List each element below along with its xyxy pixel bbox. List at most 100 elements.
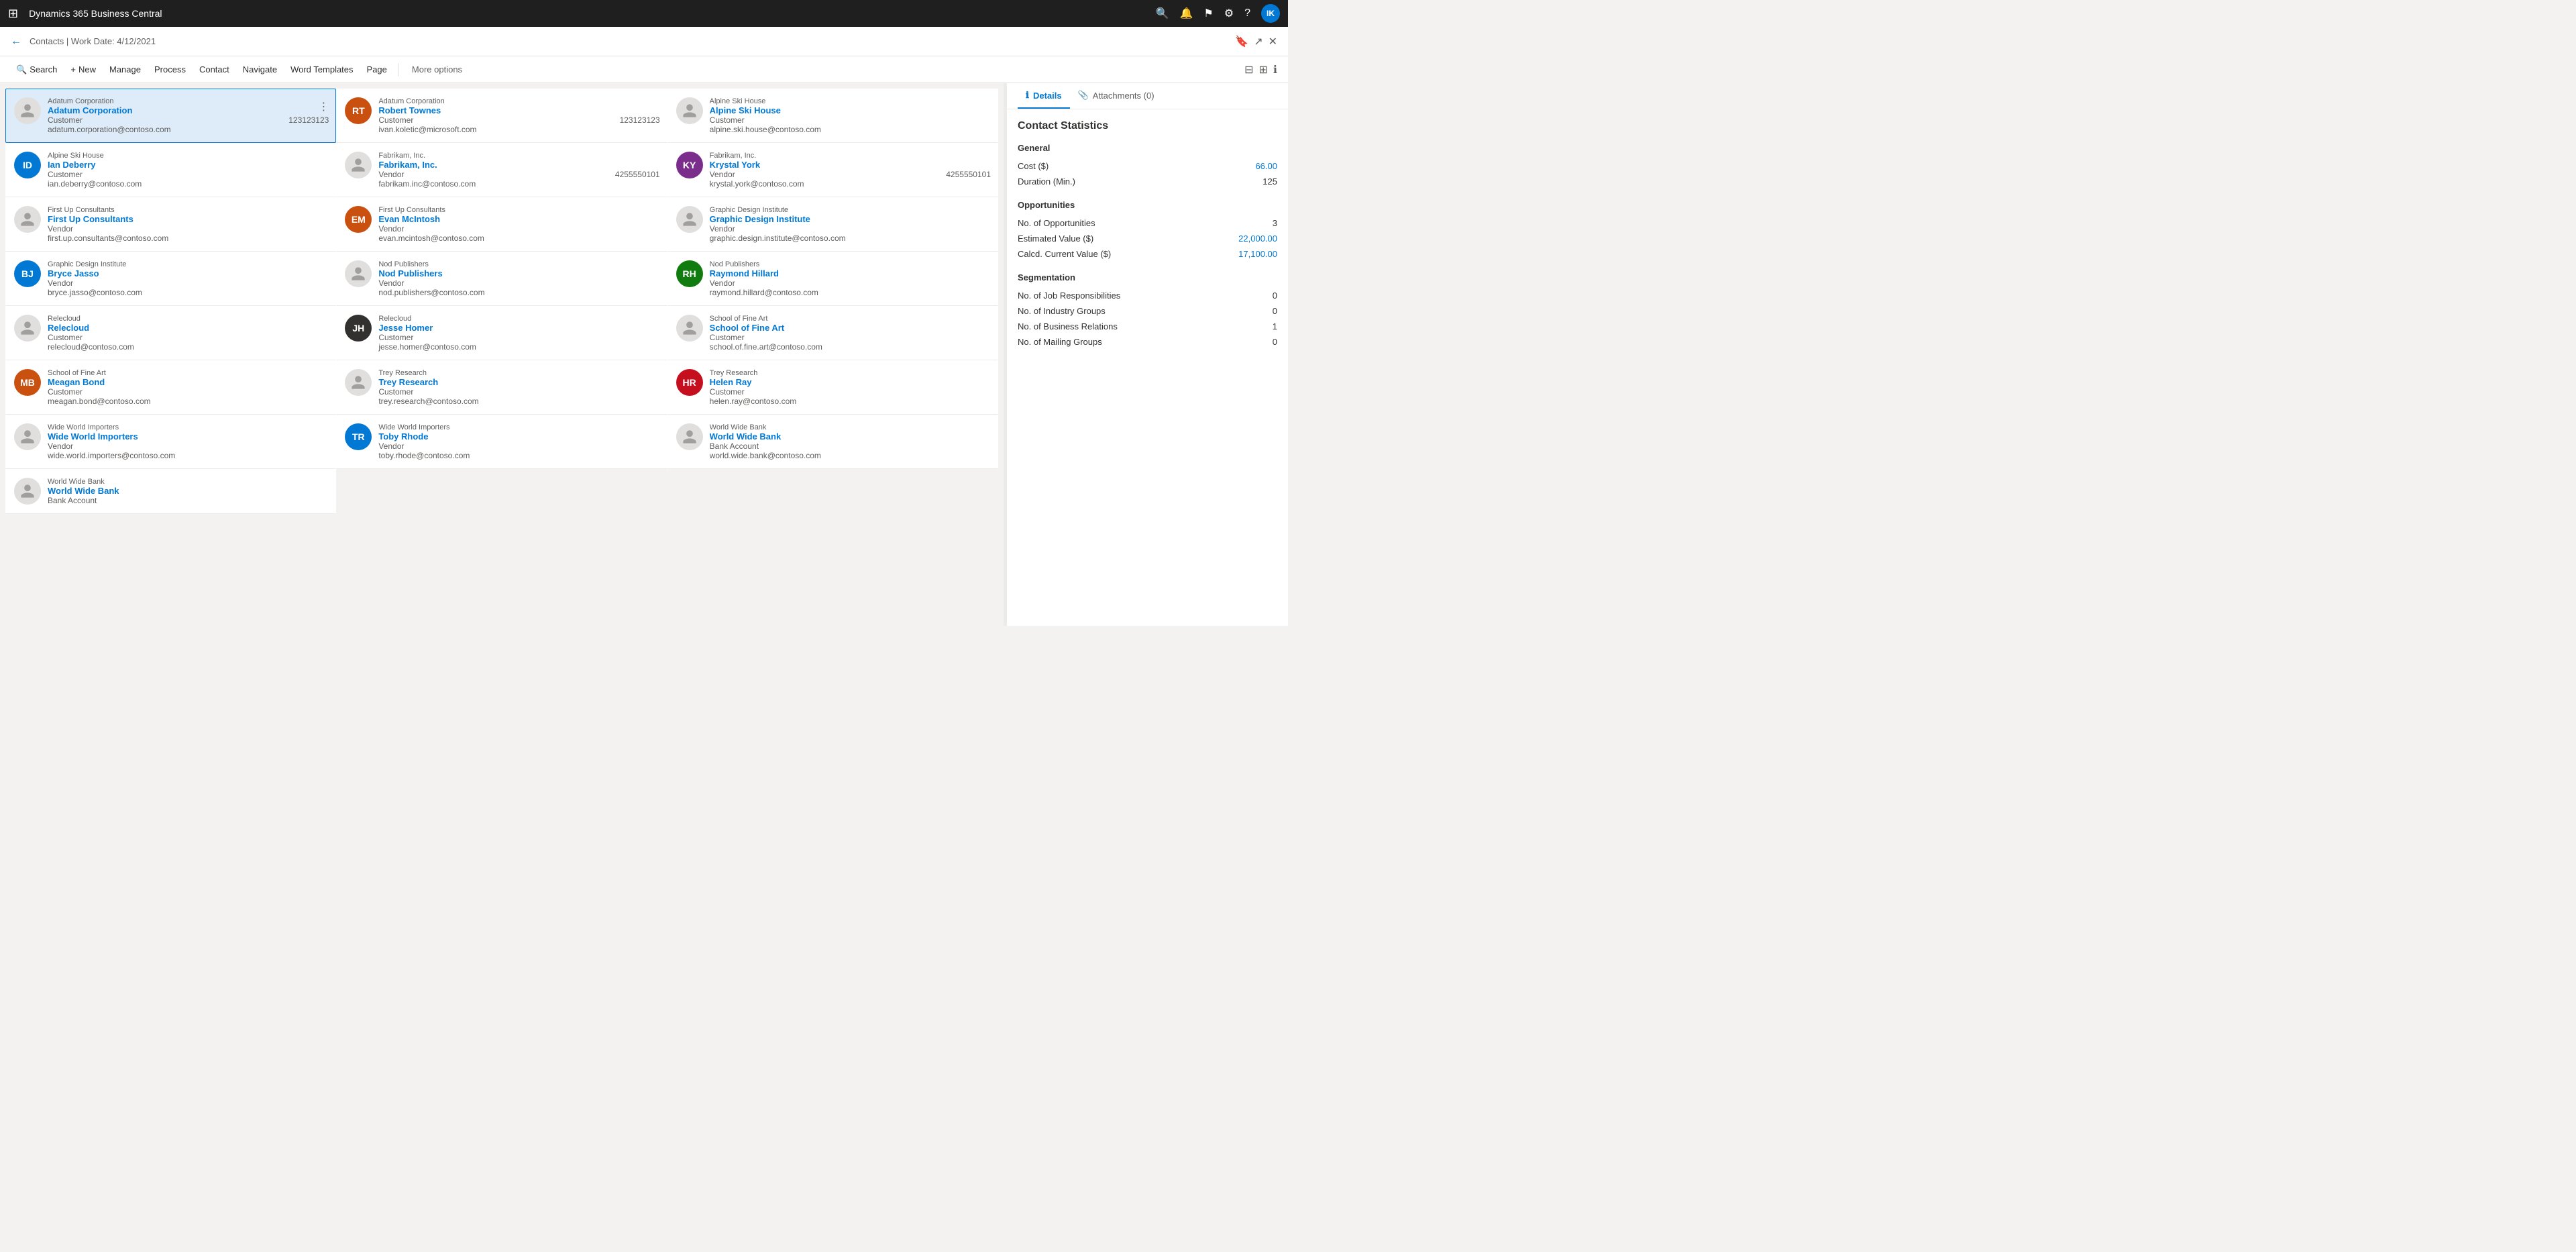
back-button[interactable]: ← <box>11 36 21 48</box>
tab-attachments[interactable]: 📎 Attachments (0) <box>1070 83 1163 109</box>
contact-info: Wide World Importers Toby Rhode Vendor t… <box>378 423 659 460</box>
tab-details[interactable]: ℹ Details <box>1018 83 1070 109</box>
help-icon[interactable]: ? <box>1244 7 1250 19</box>
flag-icon[interactable]: ⚑ <box>1203 7 1213 20</box>
contact-name[interactable]: Bryce Jasso <box>48 268 329 278</box>
contact-company: Relecloud <box>48 315 329 323</box>
contact-name[interactable]: Evan McIntosh <box>378 214 659 224</box>
contact-card[interactable]: TR Wide World Importers Toby Rhode Vendo… <box>336 415 667 469</box>
process-button[interactable]: Process <box>149 59 191 81</box>
word-templates-button[interactable]: Word Templates <box>285 59 358 81</box>
search-icon[interactable]: 🔍 <box>1156 7 1169 20</box>
grid-view-icon[interactable]: ⊞ <box>1259 63 1268 76</box>
contact-name[interactable]: World Wide Bank <box>710 431 991 441</box>
contact-row2: Vendor <box>378 441 659 451</box>
contact-email: nod.publishers@contoso.com <box>378 288 659 297</box>
contact-info: Wide World Importers Wide World Importer… <box>48 423 329 460</box>
contact-card[interactable]: World Wide Bank World Wide Bank Bank Acc… <box>5 469 336 514</box>
contact-email: graphic.design.institute@contoso.com <box>710 233 991 243</box>
search-button[interactable]: 🔍 Search <box>11 59 62 81</box>
contact-card[interactable]: HR Trey Research Helen Ray Customer hele… <box>667 360 998 415</box>
stats-value[interactable]: 66.00 <box>1255 161 1277 171</box>
more-options-button[interactable]: More options <box>407 59 468 81</box>
contact-name[interactable]: Nod Publishers <box>378 268 659 278</box>
contact-name[interactable]: Ian Deberry <box>48 160 329 170</box>
contact-card[interactable]: BJ Graphic Design Institute Bryce Jasso … <box>5 252 336 306</box>
contact-card[interactable]: KY Fabrikam, Inc. Krystal York Vendor 42… <box>667 143 998 197</box>
contact-name[interactable]: First Up Consultants <box>48 214 329 224</box>
stats-value: 3 <box>1273 218 1277 228</box>
contact-name[interactable]: Relecloud <box>48 323 329 333</box>
contact-name[interactable]: Helen Ray <box>710 377 991 387</box>
contact-type: Vendor <box>710 170 735 179</box>
contact-name[interactable]: World Wide Bank <box>48 486 329 496</box>
plus-icon: + <box>70 64 76 74</box>
bell-icon[interactable]: 🔔 <box>1179 7 1193 20</box>
contact-name[interactable]: School of Fine Art <box>710 323 991 333</box>
contact-type: Vendor <box>48 224 73 233</box>
contact-card[interactable]: Fabrikam, Inc. Fabrikam, Inc. Vendor 425… <box>336 143 667 197</box>
contact-card[interactable]: Graphic Design Institute Graphic Design … <box>667 197 998 252</box>
contact-name[interactable]: Trey Research <box>378 377 659 387</box>
stats-section: General Cost ($) 66.00 Duration (Min.) 1… <box>1018 143 1277 189</box>
bookmark-icon[interactable]: 🔖 <box>1235 35 1248 48</box>
info-icon[interactable]: ℹ <box>1273 63 1277 76</box>
contact-card[interactable]: Nod Publishers Nod Publishers Vendor nod… <box>336 252 667 306</box>
contact-company: Trey Research <box>378 369 659 377</box>
navigate-button[interactable]: Navigate <box>237 59 282 81</box>
contact-name[interactable]: Fabrikam, Inc. <box>378 160 659 170</box>
contact-type: Customer <box>378 115 413 125</box>
filter-icon[interactable]: ⊟ <box>1244 63 1253 76</box>
contact-email: alpine.ski.house@contoso.com <box>710 125 991 134</box>
new-button[interactable]: + New <box>65 59 101 81</box>
contact-type: Customer <box>48 387 83 397</box>
user-avatar[interactable]: IK <box>1261 4 1280 23</box>
contact-info: Relecloud Relecloud Customer relecloud@c… <box>48 315 329 352</box>
manage-button[interactable]: Manage <box>104 59 146 81</box>
stats-value[interactable]: 17,100.00 <box>1238 249 1277 259</box>
contact-card[interactable]: Alpine Ski House Alpine Ski House Custom… <box>667 89 998 143</box>
contact-name[interactable]: Meagan Bond <box>48 377 329 387</box>
contact-name[interactable]: Toby Rhode <box>378 431 659 441</box>
contact-card[interactable]: Adatum Corporation Adatum Corporation Cu… <box>5 89 336 143</box>
contact-avatar: RH <box>676 260 703 287</box>
contact-avatar <box>14 206 41 233</box>
contact-card[interactable]: Trey Research Trey Research Customer tre… <box>336 360 667 415</box>
contact-card[interactable]: RH Nod Publishers Raymond Hillard Vendor… <box>667 252 998 306</box>
contact-more-button[interactable]: ⋮ <box>315 99 331 115</box>
contact-info: Adatum Corporation Robert Townes Custome… <box>378 97 659 134</box>
contact-card[interactable]: JH Relecloud Jesse Homer Customer jesse.… <box>336 306 667 360</box>
waffle-icon[interactable]: ⊞ <box>8 7 18 21</box>
contact-card[interactable]: World Wide Bank World Wide Bank Bank Acc… <box>667 415 998 469</box>
contact-name[interactable]: Krystal York <box>710 160 991 170</box>
contact-card[interactable]: Wide World Importers Wide World Importer… <box>5 415 336 469</box>
external-link-icon[interactable]: ↗ <box>1254 35 1263 48</box>
contact-name[interactable]: Raymond Hillard <box>710 268 991 278</box>
contact-card[interactable]: School of Fine Art School of Fine Art Cu… <box>667 306 998 360</box>
contact-name[interactable]: Wide World Importers <box>48 431 329 441</box>
contact-name[interactable]: Alpine Ski House <box>710 105 991 115</box>
contact-button[interactable]: Contact <box>194 59 235 81</box>
settings-icon[interactable]: ⚙ <box>1224 7 1234 20</box>
page-button[interactable]: Page <box>362 59 392 81</box>
contact-name[interactable]: Jesse Homer <box>378 323 659 333</box>
contact-card[interactable]: RT Adatum Corporation Robert Townes Cust… <box>336 89 667 143</box>
contact-card[interactable]: First Up Consultants First Up Consultant… <box>5 197 336 252</box>
contact-card[interactable]: ID Alpine Ski House Ian Deberry Customer… <box>5 143 336 197</box>
stats-value: 0 <box>1273 291 1277 301</box>
contact-name[interactable]: Graphic Design Institute <box>710 214 991 224</box>
contact-company: Fabrikam, Inc. <box>710 152 991 160</box>
contact-card[interactable]: EM First Up Consultants Evan McIntosh Ve… <box>336 197 667 252</box>
contact-email: jesse.homer@contoso.com <box>378 342 659 352</box>
stats-value[interactable]: 22,000.00 <box>1238 233 1277 244</box>
contact-email: trey.research@contoso.com <box>378 397 659 406</box>
contact-card[interactable]: MB School of Fine Art Meagan Bond Custom… <box>5 360 336 415</box>
contact-type: Vendor <box>378 170 404 179</box>
collapse-icon[interactable]: ✕ <box>1269 35 1277 48</box>
contact-info: Trey Research Trey Research Customer tre… <box>378 369 659 406</box>
contact-name[interactable]: Adatum Corporation <box>48 105 329 115</box>
contact-card[interactable]: Relecloud Relecloud Customer relecloud@c… <box>5 306 336 360</box>
contact-name[interactable]: Robert Townes <box>378 105 659 115</box>
contact-phone: 4255550101 <box>946 170 991 179</box>
contact-company: Graphic Design Institute <box>48 260 329 268</box>
